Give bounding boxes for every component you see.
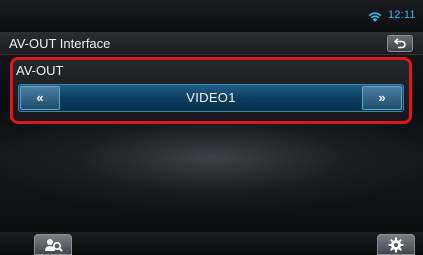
back-arrow-icon xyxy=(394,38,406,49)
clock: 12:11 xyxy=(388,9,416,21)
settings-button[interactable] xyxy=(377,234,415,255)
av-out-label: AV-OUT xyxy=(16,63,64,78)
search-button[interactable] xyxy=(34,234,72,255)
next-button[interactable]: » xyxy=(362,86,402,110)
previous-button[interactable]: « xyxy=(20,86,60,110)
av-out-selector: « VIDEO1 » xyxy=(18,84,404,112)
screen: 12:11 AV-OUT Interface AV-OUT « VIDEO1 » xyxy=(0,0,423,255)
search-person-icon xyxy=(45,239,63,252)
gear-icon xyxy=(388,237,404,253)
status-bar: 12:11 xyxy=(0,0,423,32)
page-title: AV-OUT Interface xyxy=(9,36,111,51)
av-out-panel: AV-OUT « VIDEO1 » xyxy=(10,57,412,124)
wifi-icon xyxy=(368,10,382,22)
av-out-value: VIDEO1 xyxy=(186,90,236,105)
back-button[interactable] xyxy=(387,35,413,52)
title-bar: AV-OUT Interface xyxy=(0,32,423,55)
bottom-bar xyxy=(0,232,423,255)
